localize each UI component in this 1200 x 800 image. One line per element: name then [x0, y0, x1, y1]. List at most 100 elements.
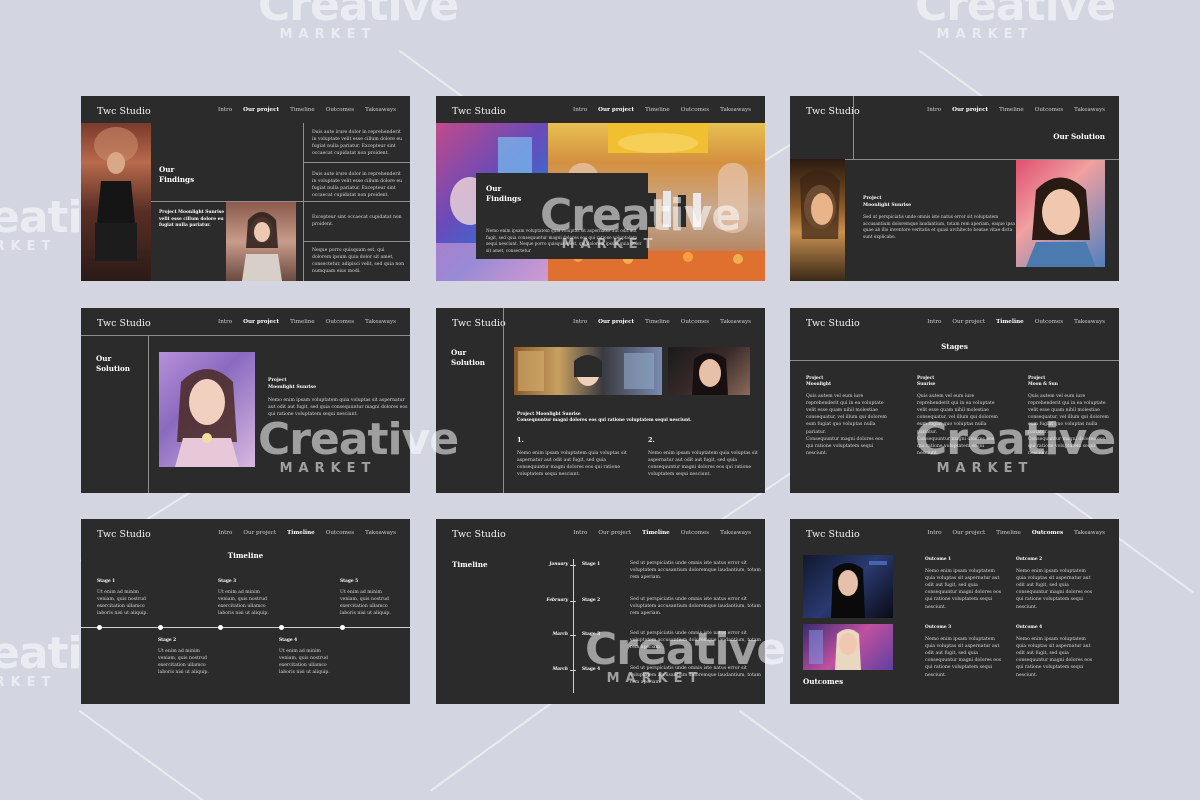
nav-our-project[interactable]: Our project	[598, 107, 634, 113]
nav-outcomes[interactable]: Outcomes	[326, 107, 354, 113]
slide-solution-3: Twc Studio Intro Our project Timeline Ou…	[436, 308, 765, 493]
timeline-tick	[570, 601, 576, 602]
photo-woman-pink	[226, 202, 296, 281]
nav-timeline[interactable]: Timeline	[645, 319, 670, 325]
photo-woman-black-dress	[81, 123, 151, 281]
timeline-dot	[158, 625, 163, 630]
slide-nav: Intro Our project Timeline Outcomes Take…	[218, 107, 396, 113]
watermark-line	[430, 701, 553, 792]
nav-intro[interactable]: Intro	[218, 107, 232, 113]
nav-intro[interactable]: Intro	[573, 530, 587, 536]
nav-timeline[interactable]: Timeline	[642, 530, 670, 536]
nav-takeaways[interactable]: Takeaways	[720, 319, 751, 325]
nav-takeaways[interactable]: Takeaways	[720, 107, 751, 113]
nav-takeaways[interactable]: Takeaways	[1074, 107, 1105, 113]
studio-logo: Twc Studio	[452, 318, 506, 329]
outcome-label: Outcome 4	[1016, 625, 1043, 630]
project-label: Project Moonlight Sunrise	[268, 378, 316, 390]
stage-head: Project Sunrise	[917, 376, 936, 388]
photo-performer-blue	[803, 555, 893, 618]
nav-our-project[interactable]: Our project	[598, 319, 634, 325]
findings-cell: Neque porro quisquam est, qui dolorem ip…	[312, 248, 405, 275]
nav-takeaways[interactable]: Takeaways	[720, 530, 751, 536]
outcome-label: Outcome 1	[925, 557, 952, 562]
nav-intro[interactable]: Intro	[573, 107, 587, 113]
slide-nav: Intro Our project Timeline Outcomes Take…	[573, 530, 751, 536]
outcome-label: Outcome 3	[925, 625, 952, 630]
timeline-month: January	[549, 562, 568, 567]
nav-outcomes[interactable]: Outcomes	[326, 319, 354, 325]
outcome-body: Nemo enim ipsam voluptatem quia voluptas…	[925, 637, 1002, 678]
nav-timeline[interactable]: Timeline	[290, 319, 315, 325]
nav-our-project[interactable]: Our project	[243, 107, 279, 113]
nav-outcomes[interactable]: Outcomes	[326, 530, 354, 536]
nav-intro[interactable]: Intro	[927, 530, 941, 536]
stage-body: Ut enim ad minim veniam, quis nostrud ex…	[218, 590, 269, 617]
stage-label: Stage 2	[158, 638, 177, 643]
stage-head: Project Moon & Sun	[1028, 376, 1058, 388]
nav-our-project[interactable]: Our project	[952, 107, 988, 113]
nav-outcomes[interactable]: Outcomes	[1032, 530, 1063, 536]
timeline-body: Sed ut perspiciatis unde omnis iste natu…	[630, 561, 761, 581]
stage-body: Ut enim ad minim veniam, quis nostrud ex…	[97, 590, 148, 617]
nav-timeline[interactable]: Timeline	[290, 107, 315, 113]
slide-title: Our Solution	[1053, 132, 1105, 141]
nav-outcomes[interactable]: Outcomes	[681, 319, 709, 325]
slide-timeline-horizontal: Twc Studio Intro Our project Timeline Ou…	[81, 519, 410, 704]
nav-our-project[interactable]: Our project	[953, 530, 986, 536]
slide-title: Our Solution	[451, 348, 486, 368]
slide-timeline-vertical: Twc Studio Intro Our project Timeline Ou…	[436, 519, 765, 704]
watermark-logo: CreativeMARKET	[0, 628, 139, 690]
nav-intro[interactable]: Intro	[927, 319, 941, 325]
nav-our-project[interactable]: Our project	[243, 319, 279, 325]
nav-takeaways[interactable]: Takeaways	[1074, 319, 1105, 325]
timeline-tick	[570, 635, 576, 636]
timeline-month: March	[552, 632, 568, 637]
slide-nav: Intro Our project Timeline Outcomes Take…	[218, 319, 396, 325]
nav-outcomes[interactable]: Outcomes	[1035, 319, 1063, 325]
timeline-body: Sed ut perspiciatis unde omnis iste natu…	[630, 631, 761, 651]
nav-takeaways[interactable]: Takeaways	[1074, 530, 1105, 536]
slide-outcomes: Twc Studio Intro Our project Timeline Ou…	[790, 519, 1119, 704]
nav-takeaways[interactable]: Takeaways	[365, 107, 396, 113]
nav-intro[interactable]: Intro	[218, 530, 232, 536]
findings-cell: Excepteur sint occaecat cupidatat non pr…	[312, 215, 402, 228]
photo-portrait-lavender	[159, 352, 255, 467]
step-body: Nemo enim ipsam voluptatem quia voluptas…	[517, 451, 627, 478]
nav-timeline[interactable]: Timeline	[996, 319, 1024, 325]
studio-logo: Twc Studio	[806, 529, 860, 540]
slide-title: Our Findings	[159, 165, 195, 185]
watermark-line	[78, 710, 210, 800]
stage-label: Stage 5	[340, 579, 359, 584]
slide-nav: Intro Our project Timeline Outcomes Take…	[573, 107, 751, 113]
timeline-dot	[97, 625, 102, 630]
studio-logo: Twc Studio	[806, 106, 860, 117]
timeline-dot	[340, 625, 345, 630]
nav-timeline[interactable]: Timeline	[999, 107, 1024, 113]
slide-body: Nemo enim ipsam voluptatem quia voluptas…	[486, 228, 642, 253]
timeline-tick	[570, 670, 576, 671]
nav-intro[interactable]: Intro	[573, 319, 587, 325]
nav-outcomes[interactable]: Outcomes	[681, 530, 709, 536]
slide-solution-1: Twc Studio Intro Our project Timeline Ou…	[790, 96, 1119, 281]
nav-timeline[interactable]: Timeline	[996, 530, 1021, 536]
step-body: Nemo enim ipsam voluptatem quia voluptas…	[648, 451, 758, 478]
nav-timeline[interactable]: Timeline	[645, 107, 670, 113]
divider	[148, 335, 149, 493]
outcome-body: Nemo enim ipsam voluptatem quia voluptas…	[1016, 569, 1093, 610]
nav-our-project[interactable]: Our project	[243, 530, 276, 536]
findings-cell: Duis aute irure dolor in reprehenderit i…	[312, 130, 403, 157]
slide-title: Our Findings	[486, 184, 522, 204]
nav-outcomes[interactable]: Outcomes	[1035, 107, 1063, 113]
nav-our-project[interactable]: Our project	[598, 530, 631, 536]
stage-body: Ut enim ad minim veniam, quis nostrud ex…	[158, 649, 209, 676]
divider	[790, 360, 1119, 361]
nav-outcomes[interactable]: Outcomes	[681, 107, 709, 113]
stage-body: Consequuntur magni dolores eos qui ratio…	[806, 437, 884, 457]
nav-intro[interactable]: Intro	[927, 107, 941, 113]
nav-takeaways[interactable]: Takeaways	[365, 530, 396, 536]
nav-timeline[interactable]: Timeline	[287, 530, 315, 536]
nav-takeaways[interactable]: Takeaways	[365, 319, 396, 325]
nav-our-project[interactable]: Our project	[952, 319, 985, 325]
nav-intro[interactable]: Intro	[218, 319, 232, 325]
